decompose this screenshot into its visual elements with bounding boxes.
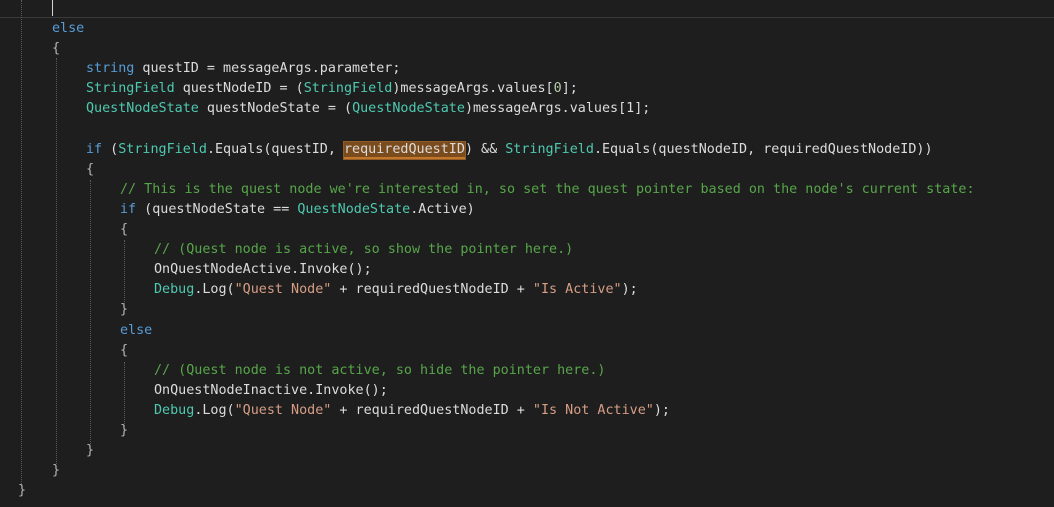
type-token: Debug	[154, 282, 195, 298]
code-line[interactable]: if (questNodeState == QuestNodeState.Act…	[120, 200, 475, 220]
keyword-token: if	[120, 201, 137, 217]
identifier-token: )messageArgs.values[1];	[464, 101, 651, 117]
type-token: QuestNodeState	[352, 101, 465, 117]
identifier-token: ) &&	[464, 141, 506, 157]
editor-separator-line	[0, 17, 1054, 18]
comment-token: // This is the quest node we're interest…	[120, 181, 975, 197]
code-line[interactable]: else	[120, 321, 152, 341]
code-line[interactable]: }	[86, 441, 94, 461]
code-line[interactable]: {	[120, 341, 128, 361]
identifier-token: OnQuestNodeActive.Invoke();	[154, 262, 372, 278]
type-token: QuestNodeState	[297, 201, 411, 217]
identifier-token: .Log(	[194, 282, 235, 298]
keyword-token: string	[86, 61, 135, 77]
type-token: StringField	[303, 81, 393, 97]
code-line[interactable]: // (Quest node is active, so show the po…	[154, 240, 573, 260]
punctuation-token: {	[120, 342, 129, 358]
punctuation-token: {	[86, 161, 95, 177]
code-line[interactable]: OnQuestNodeActive.Invoke();	[154, 260, 372, 280]
keyword-token: else	[52, 21, 85, 36]
type-token: StringField	[505, 141, 594, 157]
code-line[interactable]: if (StringField.Equals(questID, required…	[86, 140, 933, 160]
indent-guide	[124, 362, 125, 426]
code-line[interactable]: }	[120, 421, 128, 441]
type-token: QuestNodeState	[86, 101, 199, 117]
keyword-token: if	[86, 141, 103, 157]
code-line[interactable]: // This is the quest node we're interest…	[120, 180, 975, 200]
indent-guide	[90, 180, 91, 444]
comment-token: // (Quest node is not active, so hide th…	[154, 362, 606, 378]
punctuation-token: }	[86, 443, 95, 459]
code-line[interactable]: OnQuestNodeInactive.Invoke();	[154, 381, 388, 401]
punctuation-token: }	[52, 463, 61, 479]
code-line[interactable]: {	[120, 220, 128, 240]
code-line[interactable]: else	[52, 19, 84, 39]
identifier-token: .Log(	[194, 402, 235, 418]
punctuation-token: {	[52, 41, 61, 57]
identifier-token: .Active)	[410, 201, 475, 217]
indent-guide	[56, 58, 57, 464]
indent-guide	[21, 0, 22, 486]
identifier-token: + requiredQuestNodeID +	[331, 282, 533, 298]
string-token: "Quest Node"	[234, 402, 332, 418]
code-line[interactable]: }	[18, 481, 26, 501]
identifier-token: questID = messageArgs.parameter;	[134, 61, 401, 77]
code-editor[interactable]: else { string questID = messageArgs.parame…	[0, 0, 1054, 507]
identifier-token: OnQuestNodeInactive.Invoke();	[154, 382, 388, 398]
comment-token: // (Quest node is active, so show the po…	[154, 242, 574, 258]
type-token: StringField	[118, 141, 207, 157]
text-caret	[52, 0, 53, 16]
identifier-token: );	[621, 282, 638, 298]
identifier-token: questNodeID = (	[174, 81, 304, 97]
number-token: 0	[553, 81, 562, 97]
code-line[interactable]: QuestNodeState questNodeState = (QuestNo…	[86, 99, 650, 119]
identifier-token: );	[653, 402, 670, 418]
code-line[interactable]: StringField questNodeID = (StringField)m…	[86, 79, 578, 99]
code-line[interactable]: string questID = messageArgs.parameter;	[86, 59, 400, 79]
code-line[interactable]: Debug.Log("Quest Node" + requiredQuestNo…	[154, 280, 638, 300]
code-line[interactable]: // (Quest node is not active, so hide th…	[154, 361, 605, 381]
identifier-token: questNodeState = (	[198, 101, 353, 117]
punctuation-token: {	[120, 222, 129, 237]
code-line[interactable]: {	[52, 39, 60, 59]
identifier-token: .Equals(questNodeID, requiredQuestNodeID…	[593, 141, 933, 157]
identifier-token: ];	[561, 81, 578, 97]
indent-guide	[124, 240, 125, 304]
punctuation-token: }	[120, 423, 129, 438]
keyword-token: else	[120, 322, 153, 338]
string-token: "Quest Node"	[234, 282, 332, 298]
highlighted-token: requiredQuestID	[343, 140, 466, 160]
identifier-token: .Equals(questID,	[206, 141, 344, 157]
string-token: "Is Not Active"	[532, 402, 654, 418]
code-line[interactable]: }	[120, 300, 128, 320]
string-token: "Is Active"	[532, 282, 622, 298]
type-token: Debug	[154, 402, 195, 418]
identifier-token: (	[102, 141, 119, 157]
punctuation-token: }	[120, 302, 129, 318]
identifier-token: (questNodeState ==	[136, 201, 298, 217]
code-line[interactable]: Debug.Log("Quest Node" + requiredQuestNo…	[154, 401, 670, 421]
identifier-token: )messageArgs.values[	[392, 81, 554, 97]
punctuation-token: }	[18, 483, 27, 499]
code-line[interactable]: {	[86, 160, 94, 180]
code-line[interactable]: }	[52, 461, 60, 481]
type-token: StringField	[86, 81, 175, 97]
identifier-token: + requiredQuestNodeID +	[331, 402, 533, 418]
